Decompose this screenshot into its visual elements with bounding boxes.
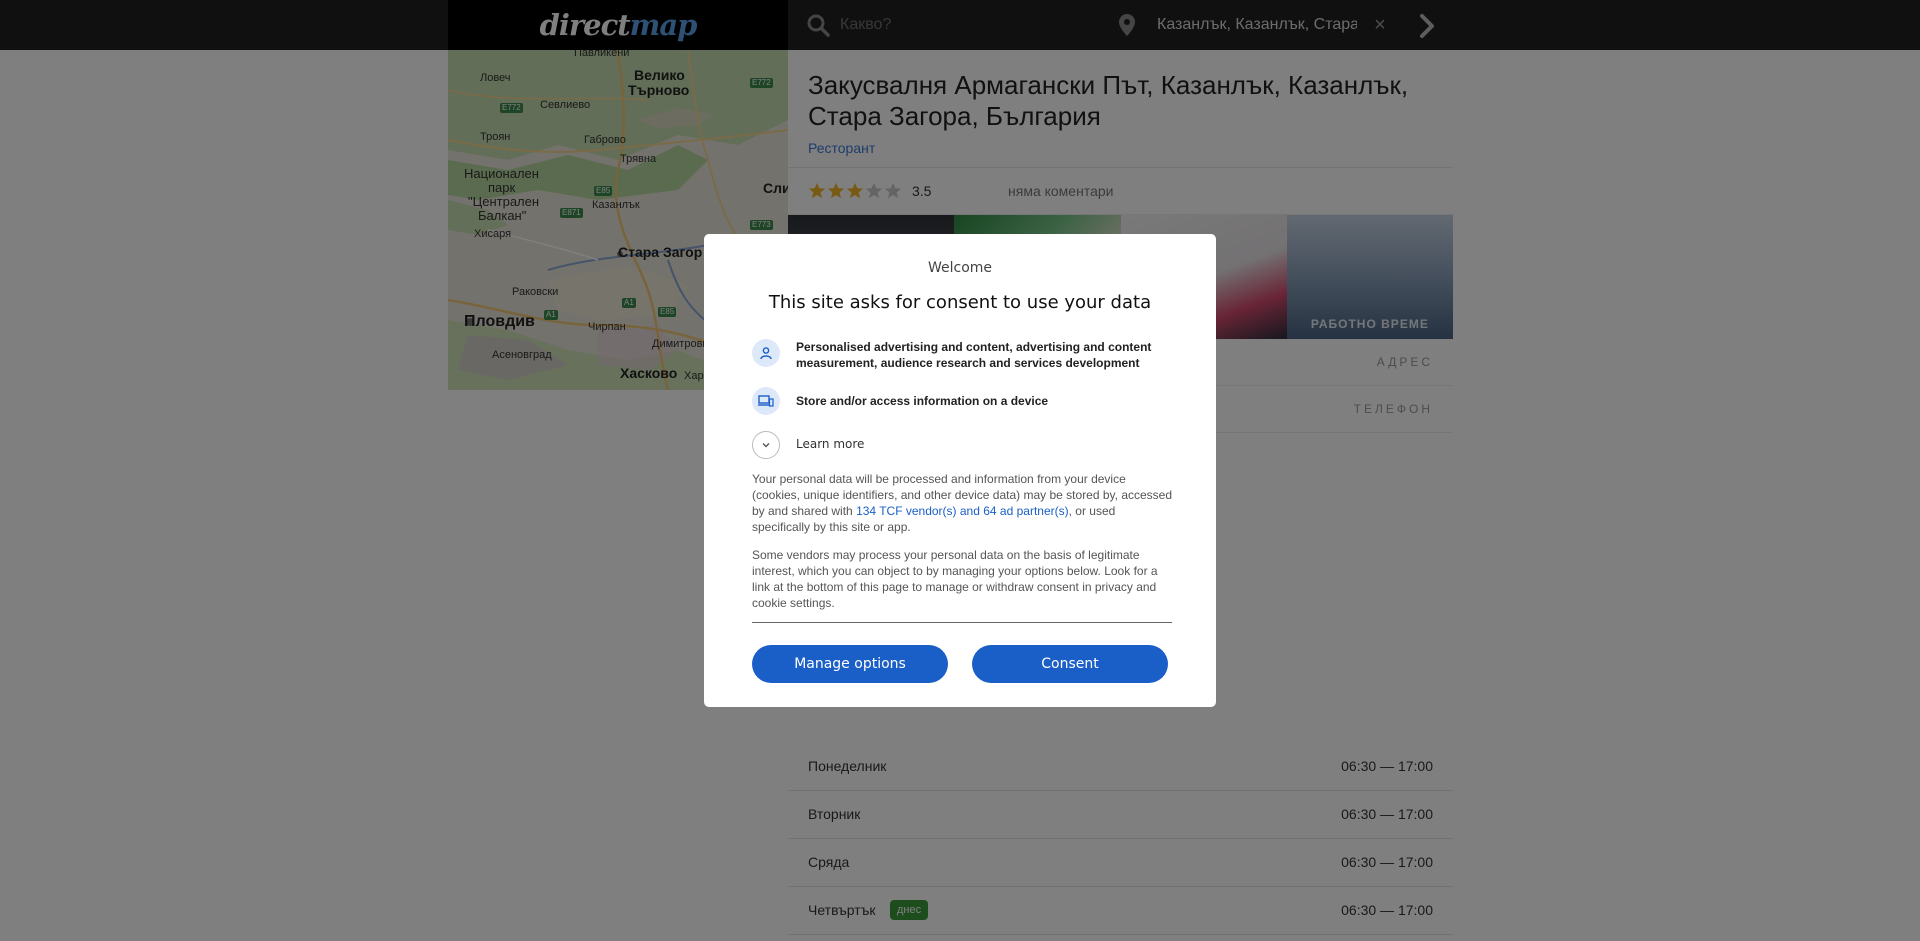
devices-icon: [752, 387, 780, 415]
consent-button[interactable]: Consent: [972, 645, 1168, 683]
dialog-divider: [752, 622, 1172, 623]
dialog-body-1: Your personal data will be processed and…: [752, 471, 1172, 535]
dialog-welcome: Welcome: [927, 260, 993, 276]
chevron-down-icon: [762, 443, 770, 448]
manage-options-button[interactable]: Manage options: [752, 645, 948, 683]
dialog-title: This site asks for consent to use your d…: [768, 292, 1152, 313]
learn-more-label[interactable]: Learn more: [796, 437, 864, 451]
purpose-storage-text: Store and/or access information on a dev…: [796, 394, 1049, 408]
consent-dialog: Welcome This site asks for consent to us…: [704, 234, 1216, 707]
dialog-body-2: Some vendors may process your personal d…: [752, 548, 1158, 610]
learn-more-toggle[interactable]: [752, 431, 780, 459]
vendors-link[interactable]: 134 TCF vendor(s) and 64 ad partner(s): [856, 504, 1069, 518]
purpose-advertising-text: Personalised advertising and content, ad…: [796, 340, 1152, 370]
person-icon: [752, 339, 780, 367]
